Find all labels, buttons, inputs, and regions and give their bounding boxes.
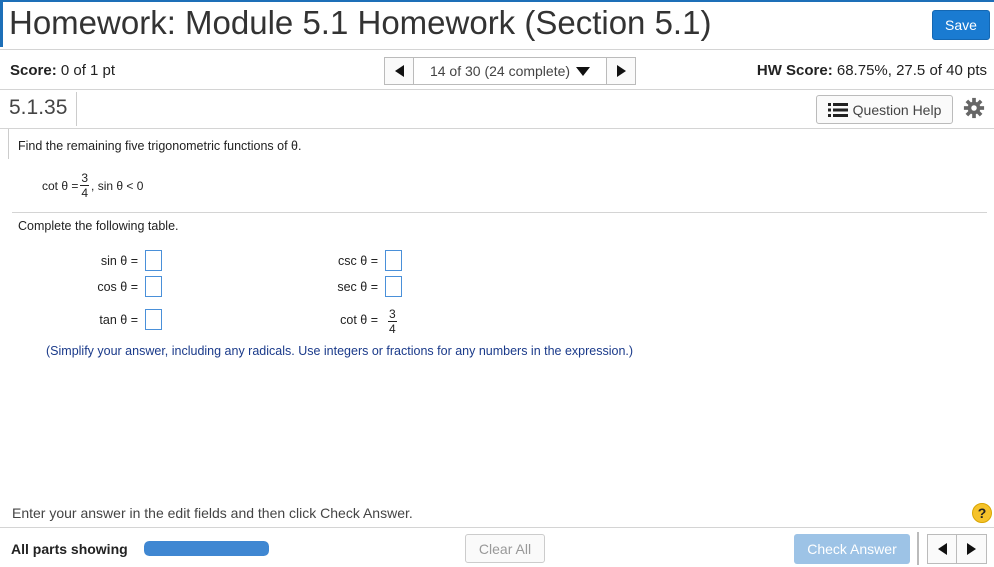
csc-answer-input[interactable] [385, 250, 402, 271]
question-position-text: 14 of 30 (24 complete) [429, 63, 571, 79]
parts-progress-bar [144, 541, 269, 556]
footer-message: Enter your answer in the edit fields and… [12, 505, 413, 521]
divider [0, 49, 994, 50]
fraction-denominator: 4 [389, 322, 396, 336]
question-help-button[interactable]: Question Help [816, 95, 953, 124]
cos-label: cos θ = [97, 280, 138, 294]
triangle-right-icon [967, 543, 976, 555]
table-instruction: Complete the following table. [18, 219, 179, 233]
csc-label: csc θ = [338, 254, 378, 268]
fraction-numerator: 3 [80, 171, 90, 186]
question-instruction: Find the remaining five trigonometric fu… [18, 139, 302, 153]
sin-answer-input[interactable] [145, 250, 162, 271]
help-icon[interactable]: ? [972, 503, 992, 523]
save-button[interactable]: Save [932, 10, 990, 40]
triangle-right-icon [616, 65, 626, 77]
divider [917, 532, 919, 565]
question-selector-dropdown[interactable]: 14 of 30 (24 complete) [414, 57, 606, 85]
question-number: 5.1.35 [9, 96, 68, 119]
hw-score-label: HW Score: [756, 62, 833, 79]
sec-label: sec θ = [337, 280, 378, 294]
score-label: Score: [10, 62, 57, 79]
list-icon [827, 102, 848, 117]
tan-answer-input[interactable] [145, 309, 162, 330]
answer-hint: (Simplify your answer, including any rad… [46, 344, 634, 358]
page-title: Homework: Module 5.1 Homework (Section 5… [9, 4, 712, 41]
cos-answer-input[interactable] [145, 276, 162, 297]
given-rhs: , sin θ < 0 [91, 178, 144, 193]
divider [0, 89, 994, 90]
hw-score-value: 68.75%, 27.5 of 40 pts [836, 62, 987, 79]
divider [12, 212, 987, 213]
cot-fraction: 3 4 [388, 308, 397, 335]
divider [8, 129, 9, 159]
next-question-button[interactable] [606, 57, 636, 85]
clear-all-button[interactable]: Clear All [465, 534, 545, 563]
cot-label: cot θ = [340, 313, 378, 327]
progress-fill [144, 541, 269, 556]
given-lhs: cot θ = [42, 178, 79, 193]
triangle-left-icon [394, 65, 404, 77]
given-fraction: 3 4 [80, 171, 90, 200]
next-question-button-bottom[interactable] [957, 534, 987, 564]
parts-status-label: All parts showing [11, 541, 128, 557]
hw-score-display: HW Score: 68.75%, 27.5 of 40 pts [757, 62, 987, 79]
score-value: 0 of 1 pt [60, 62, 116, 79]
fraction-numerator: 3 [388, 307, 397, 322]
bottom-navigator [927, 534, 987, 564]
question-help-label: Question Help [852, 101, 942, 118]
sec-answer-input[interactable] [385, 276, 402, 297]
question-navigator: 14 of 30 (24 complete) [384, 57, 636, 85]
previous-question-button-bottom[interactable] [927, 534, 957, 564]
top-accent-bar [0, 0, 994, 2]
given-expression: cot θ = 3 4 , sin θ < 0 [42, 172, 143, 199]
triangle-left-icon [937, 543, 947, 555]
tan-label: tan θ = [99, 313, 138, 327]
sin-label: sin θ = [100, 254, 138, 268]
gear-icon[interactable] [963, 97, 985, 119]
previous-question-button[interactable] [384, 57, 414, 85]
score-display: Score: 0 of 1 pt [10, 62, 115, 79]
divider [0, 527, 994, 528]
fraction-denominator: 4 [81, 186, 89, 200]
left-accent-bar [0, 2, 3, 47]
divider [0, 128, 994, 129]
divider [76, 92, 77, 126]
chevron-down-icon [576, 66, 591, 76]
cot-value: 3 4 [386, 305, 399, 335]
check-answer-button[interactable]: Check Answer [794, 534, 910, 564]
